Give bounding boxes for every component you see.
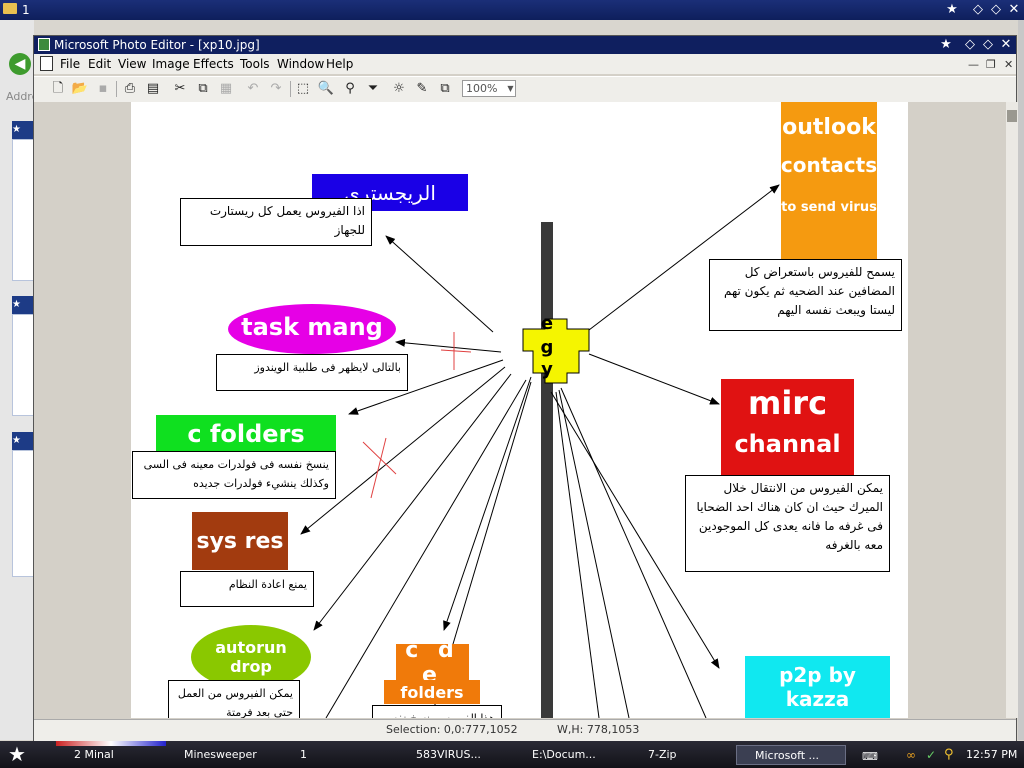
autorun-title: autorun drop — [215, 638, 287, 676]
keyboard-icon[interactable]: ⌨ — [862, 750, 878, 763]
status-selection: Selection: 0,0:777,1052 — [386, 723, 518, 736]
maximize-icon[interactable]: ◇ — [988, 2, 1004, 17]
task-mang-note: بالتالى لايظهر فى طلبية الويندوز — [216, 354, 408, 391]
tray-app-icon[interactable]: ✓ — [926, 748, 936, 762]
sys-res-title: sys res — [192, 512, 288, 570]
toolbar-separator — [290, 81, 291, 97]
undo-icon[interactable]: ↶ — [244, 80, 262, 98]
pen-icon[interactable]: ✎ — [413, 80, 431, 98]
center-bar — [541, 222, 553, 718]
print-icon[interactable]: ⎙ — [121, 80, 139, 98]
background-window-title: 1 — [22, 3, 30, 17]
search-icon[interactable]: ⚲ — [944, 747, 954, 762]
background-window-titlebar[interactable]: 1 ★ ◇ ◇ ✕ — [0, 0, 1024, 20]
pin-icon[interactable]: ★ — [938, 37, 954, 52]
new-icon[interactable]: 🗋 — [49, 80, 67, 98]
menu-view[interactable]: View — [118, 57, 146, 71]
image-canvas: e g y الريجسترى اذا الفيروس يعمل كل ريست… — [131, 102, 908, 718]
resize-icon[interactable]: ⧉ — [436, 80, 454, 98]
maximize-icon[interactable]: ◇ — [980, 37, 996, 52]
taskbar-item-documents[interactable]: E:\Docum... — [514, 745, 620, 765]
autorun-note: يمكن الفيروس من العمل حتى بعد فرمتة — [168, 680, 300, 718]
doc-restore-icon[interactable]: ❐ — [986, 58, 996, 71]
glasses-icon[interactable]: ∞ — [906, 748, 916, 762]
paste-icon[interactable]: ▦ — [217, 80, 235, 98]
c-folders-note: ينسخ نفسه فى فولدرات معينه فى السى وكذلك… — [132, 451, 336, 499]
close-icon[interactable]: ✕ — [998, 37, 1014, 52]
cde-note: هذا الفيروس ينسخ نفسه فى كل — [372, 705, 502, 718]
chevron-down-icon[interactable]: ▼ — [506, 81, 515, 96]
sidebar-panel-header[interactable]: ★ — [12, 121, 34, 139]
channal-title: channal — [734, 430, 841, 458]
taskbar-item-minesweeper[interactable]: Minesweeper — [166, 745, 272, 765]
menu-effects[interactable]: Effects — [193, 57, 234, 71]
menu-tools[interactable]: Tools — [240, 57, 270, 71]
toolbar-separator — [116, 81, 117, 97]
c-folders-title: c folders — [156, 415, 336, 453]
photo-editor-app-icon — [38, 38, 50, 51]
mirc-note: يمكن الفيروس من الانتقال خلال الميرك حيث… — [685, 475, 890, 572]
funnel-icon[interactable]: ⏷ — [364, 80, 382, 98]
select-icon[interactable]: ⬚ — [294, 80, 312, 98]
zoom-icon[interactable]: 🔍 — [317, 80, 335, 98]
task-mang-title: task mang — [241, 313, 383, 341]
clock: 12:57 PM — [966, 748, 1018, 761]
taskbar-item-folder[interactable]: 1 — [282, 745, 388, 765]
scan-icon[interactable]: ▤ — [144, 80, 162, 98]
vertical-scrollbar[interactable] — [1006, 102, 1018, 718]
menu-image[interactable]: Image — [152, 57, 190, 71]
sys-res-note: يمنع اعادة النظام — [180, 571, 314, 607]
start-button[interactable]: ★ — [0, 741, 34, 768]
outlook-note: يسمح للفيروس باستعراض كل المضافين عند ال… — [709, 259, 902, 331]
open-icon[interactable]: 📂 — [71, 80, 89, 98]
contacts-title: contacts — [780, 153, 878, 177]
doc-minimize-icon[interactable]: — — [968, 58, 979, 71]
photo-editor-titlebar[interactable]: Microsoft Photo Editor - [xp10.jpg] ★ ◇ … — [34, 36, 1016, 54]
back-arrow-icon[interactable]: ◀ — [9, 53, 31, 75]
pin-tool-icon[interactable]: ⚲ — [341, 80, 359, 98]
save-icon[interactable]: ▪ — [94, 80, 112, 98]
center-letter-y: y — [541, 358, 553, 380]
minimize-icon[interactable]: ◇ — [970, 2, 986, 17]
document-icon[interactable] — [40, 56, 53, 71]
taskbar-item-7zip[interactable]: 7-Zip — [630, 745, 730, 765]
window-title: Microsoft Photo Editor - [xp10.jpg] — [54, 38, 260, 52]
scrollbar-thumb[interactable] — [1007, 110, 1017, 122]
center-letter-e: e — [540, 312, 554, 334]
taskbar-item-virus[interactable]: 583VIRUS... — [398, 745, 504, 765]
outlook-title: outlook — [782, 114, 876, 140]
status-bar — [34, 719, 1016, 741]
mirc-title: mirc — [747, 384, 828, 422]
taskbar-item-photo-editor[interactable]: Microsoft ... — [736, 745, 846, 765]
doc-close-icon[interactable]: ✕ — [1004, 58, 1013, 71]
p2p-title: p2p by kazza — [745, 656, 890, 718]
center-letter-g: g — [540, 336, 554, 358]
pin-icon[interactable]: ★ — [944, 2, 960, 17]
registry-note: اذا الفيروس يعمل كل ريستارت للجهاز — [180, 198, 372, 246]
redo-icon[interactable]: ↷ — [267, 80, 285, 98]
copy-icon[interactable]: ⧉ — [194, 80, 212, 98]
menu-file[interactable]: File — [60, 57, 80, 71]
cde-title: c d e — [396, 638, 469, 688]
close-icon[interactable]: ✕ — [1006, 2, 1022, 17]
menu-edit[interactable]: Edit — [88, 57, 111, 71]
effect-icon[interactable]: ☼ — [390, 80, 408, 98]
cut-icon[interactable]: ✂ — [171, 80, 189, 98]
sidebar-panel-header[interactable]: ★ — [12, 296, 34, 314]
cde-subtitle: folders — [384, 680, 480, 704]
minimize-icon[interactable]: ◇ — [962, 37, 978, 52]
menu-help[interactable]: Help — [326, 57, 353, 71]
send-virus-title: to send virus — [781, 199, 877, 215]
folder-icon — [3, 3, 17, 14]
sidebar-panel-header[interactable]: ★ — [12, 432, 34, 450]
background-window-edge — [1018, 20, 1024, 740]
menu-window[interactable]: Window — [277, 57, 324, 71]
taskbar-item[interactable]: 2 Minal — [56, 745, 162, 765]
status-size: W,H: 778,1053 — [557, 723, 640, 736]
